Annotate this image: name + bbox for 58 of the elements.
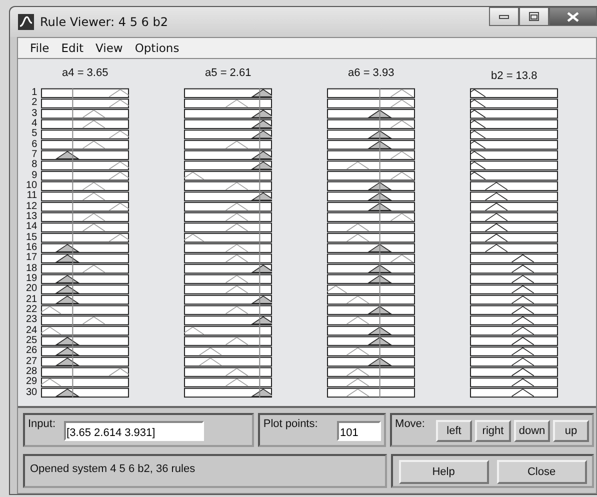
rule-number: 21	[26, 294, 38, 305]
variable-label: b2 = 13.8	[491, 69, 538, 84]
rule-number: 3	[30, 108, 38, 119]
rule-number: 18	[26, 264, 38, 274]
rule-number: 29	[26, 377, 38, 388]
rule-number: 25	[26, 336, 38, 346]
menu-item[interactable]: Edit	[55, 41, 90, 55]
rule-number: 10	[26, 180, 38, 191]
dialog-button[interactable]: Help	[398, 460, 488, 484]
rule-number: 2	[30, 98, 38, 109]
close-button[interactable]	[549, 7, 597, 26]
rule-number: 27	[26, 356, 38, 367]
variable-label: a6 = 3.93	[348, 67, 394, 81]
rule-number: 19	[26, 274, 38, 284]
minimize-button[interactable]	[489, 7, 519, 26]
rule-number: 5	[30, 129, 38, 140]
move-button[interactable]: up	[553, 420, 589, 442]
rule-number: 30	[26, 388, 38, 398]
plot-points-field[interactable]: 101	[337, 421, 382, 441]
rule-number: 15	[26, 232, 38, 243]
input-label: Input:	[28, 418, 56, 430]
move-button[interactable]: left	[436, 420, 472, 442]
rule-number: 7	[30, 150, 38, 160]
plot-points-label: Plot points:	[263, 418, 318, 430]
input-field[interactable]: [3.65 2.614 3.931]	[64, 421, 204, 441]
rule-number: 28	[26, 366, 38, 377]
dialog-button[interactable]: Close	[496, 460, 586, 484]
rule-number: 12	[26, 202, 38, 212]
menu-item[interactable]: File	[24, 41, 56, 55]
status-message: Opened system 4 5 6 b2, 36 rules	[29, 462, 196, 477]
app-icon	[18, 14, 34, 30]
window-title: Rule Viewer: 4 5 6 b2	[40, 15, 168, 29]
rule-number: 11	[26, 191, 38, 202]
menu-item[interactable]: Options	[128, 41, 186, 55]
rule-number: 17	[26, 253, 38, 264]
rule-number: 22	[26, 304, 38, 315]
rule-number: 26	[26, 346, 38, 357]
move-label: Move:	[395, 418, 425, 430]
rule-number: 9	[30, 170, 38, 181]
rule-number: 14	[26, 222, 38, 233]
variable-label: a4 = 3.65	[62, 67, 108, 81]
rule-number: 23	[26, 315, 38, 326]
close-icon	[567, 12, 579, 22]
maximize-icon	[529, 12, 539, 21]
rule-number: 16	[26, 242, 38, 253]
rule-number: 8	[30, 160, 38, 171]
maximize-button[interactable]	[519, 7, 549, 26]
rule-number: 1	[30, 88, 38, 98]
variable-label: a5 = 2.61	[205, 67, 252, 81]
rule-number: 24	[26, 326, 38, 336]
minimize-icon	[499, 14, 509, 18]
rule-number: 6	[30, 140, 38, 150]
rule-number: 4	[30, 118, 38, 129]
rule-number: 20	[26, 284, 38, 295]
menu-item[interactable]: View	[90, 41, 129, 55]
rule-number: 13	[26, 212, 38, 222]
move-button[interactable]: right	[475, 420, 511, 442]
move-button[interactable]: down	[514, 420, 550, 442]
